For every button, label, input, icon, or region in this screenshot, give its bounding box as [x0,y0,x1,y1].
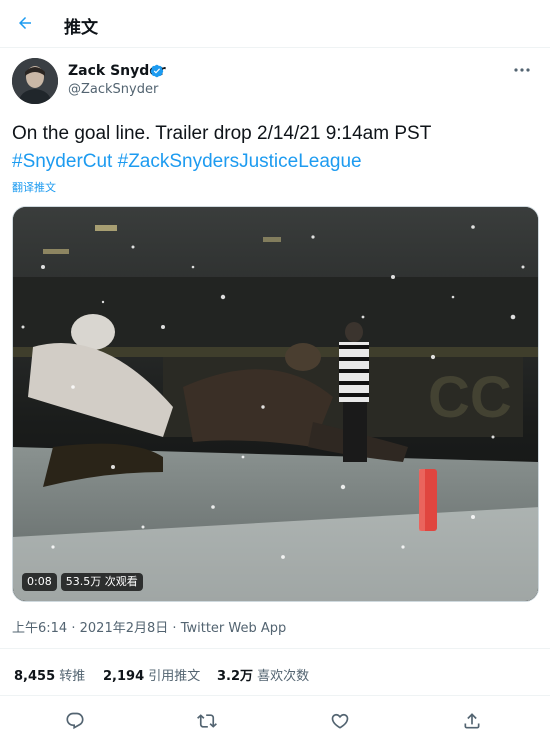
author-handle[interactable]: @ZackSnyder [68,82,158,97]
translate-tweet-link[interactable]: 翻译推文 [12,179,56,195]
hashtag-link[interactable]: #ZackSnydersJusticeLeague [118,151,362,172]
like-button[interactable] [326,707,354,735]
tweet-text-main: On the goal line. Trailer drop 2/14/21 9… [12,123,432,144]
more-button[interactable] [510,60,534,80]
retweet-button[interactable] [193,707,221,735]
meta-separator: · [172,621,177,636]
video-frame: CC [13,207,538,601]
tweet-stats: 8,455 转推 2,194 引用推文 3.2万 喜欢次数 [0,648,550,696]
tweet-source[interactable]: Twitter Web App [181,621,287,636]
video-duration: 0:08 [22,573,57,591]
tweet-text: On the goal line. Trailer drop 2/14/21 9… [12,120,538,176]
hashtag-link[interactable]: #SnyderCut [12,151,112,172]
more-horizontal-icon [514,68,530,72]
svg-text:CC: CC [428,365,512,430]
meta-separator: · [71,621,76,636]
tweet-date[interactable]: 2021年2月8日 [80,621,169,636]
likes-count: 3.2万 [217,669,254,684]
tweet-time[interactable]: 上午6:14 [12,621,67,636]
tweet-actions [0,697,550,745]
page-title: 推文 [64,18,98,38]
retweets-count: 8,455 [14,669,56,684]
video-view-count: 53.5万 次观看 [60,573,143,591]
retweet-icon [197,714,217,728]
likes-label: 喜欢次数 [257,669,310,684]
reply-icon [66,712,84,730]
arrow-left-icon [19,17,31,29]
quotes-stat[interactable]: 2,194 引用推文 [103,665,200,684]
author-row: Zack Snyder @ZackSnyder [12,58,538,108]
retweets-label: 转推 [59,669,86,684]
quotes-count: 2,194 [103,669,145,684]
video-player[interactable]: CC 0:08 53.5万 次观看 [12,206,539,602]
share-button[interactable] [458,707,486,735]
likes-stat[interactable]: 3.2万 喜欢次数 [217,665,309,684]
retweets-stat[interactable]: 8,455 转推 [14,665,85,684]
video-badges: 0:08 53.5万 次观看 [22,573,143,591]
reply-button[interactable] [61,707,89,735]
verified-badge-icon [150,64,164,78]
avatar[interactable] [12,58,58,104]
heart-icon [331,713,349,729]
top-bar: 推文 [0,0,550,48]
quotes-label: 引用推文 [148,669,201,684]
tweet-meta: 上午6:14 · 2021年2月8日 · Twitter Web App [12,617,286,636]
back-button[interactable] [8,6,42,40]
share-icon [464,713,480,729]
